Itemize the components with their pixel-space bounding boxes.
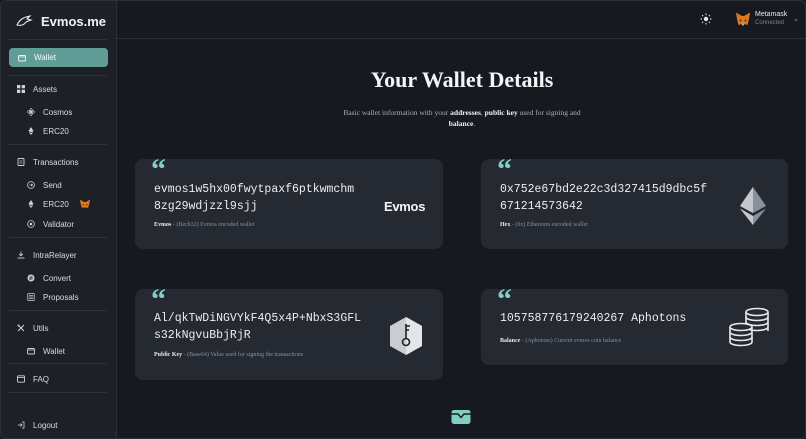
wallet-card-balance: “ 105758776179240267 Aphotons Balance - …	[481, 285, 788, 365]
sidebar-item-label: Utils	[33, 323, 49, 333]
card-caption: Evmos - (Bech32) Evmos encoded wallet	[154, 222, 255, 228]
grid-icon	[17, 85, 25, 93]
divider	[9, 75, 107, 76]
sidebar-item-convert[interactable]: Convert	[27, 270, 71, 286]
account-name: Metamask	[755, 11, 788, 18]
brand-name: Evmos.me	[41, 13, 107, 29]
wallet-card-hex: “ 0x752e67bd2e22c3d327415d9dbc5f 6712145…	[481, 155, 788, 249]
relayer-icon	[17, 251, 25, 259]
divider	[9, 392, 107, 393]
ethereum-logo-icon	[740, 187, 766, 225]
convert-icon	[27, 274, 35, 282]
document-icon	[17, 158, 25, 166]
sun-icon[interactable]	[700, 13, 712, 25]
sidebar: Evmos.me Wallet Assets Cosmos ERC20 Tran…	[1, 1, 117, 438]
sidebar-item-label: IntraRelayer	[33, 250, 77, 260]
balance-value[interactable]: 105758776179240267 Aphotons	[500, 310, 686, 327]
metamask-fox-icon	[79, 199, 90, 209]
public-key-value[interactable]: Al/qkTwDiNGVYkF4Q5x4P+NbxS3GFL s32kNgvuB…	[154, 310, 361, 344]
sidebar-item-label: Send	[43, 180, 62, 190]
faq-icon	[17, 375, 25, 383]
sidebar-item-label: Logout	[33, 420, 58, 430]
sidebar-item-label: ERC20	[43, 199, 69, 209]
sidebar-item-label: Wallet	[34, 53, 56, 62]
hex-address[interactable]: 0x752e67bd2e22c3d327415d9dbc5f 671214573…	[500, 181, 707, 215]
account-menu[interactable]: Metamask Connected ⌄	[735, 11, 799, 27]
sidebar-item-proposals[interactable]: Proposals	[27, 289, 79, 305]
proposals-icon	[27, 293, 35, 301]
sidebar-section-transactions[interactable]: Transactions	[17, 154, 79, 170]
sidebar-item-utils-wallet[interactable]: Wallet	[27, 343, 65, 359]
chevron-down-icon: ⌄	[793, 16, 800, 23]
sidebar-item-cosmos[interactable]: Cosmos	[27, 104, 72, 120]
divider	[9, 144, 107, 145]
validator-icon	[27, 220, 35, 228]
divider	[9, 237, 107, 238]
divider	[9, 310, 107, 311]
divider	[9, 39, 107, 40]
sidebar-item-erc20-tx[interactable]: ERC20	[27, 196, 91, 212]
sidebar-item-send[interactable]: Send	[27, 177, 62, 193]
sidebar-item-label: Wallet	[43, 346, 65, 356]
wallet-card-pubkey: “ Al/qkTwDiNGVYkF4Q5x4P+NbxS3GFL s32kNgv…	[135, 285, 443, 380]
wallet-card-bech32: “ evmos1w5hx00fwytpaxf6ptkwmchm 8zg29wdj…	[135, 155, 443, 249]
logout-button[interactable]: Logout	[17, 417, 57, 433]
logout-icon	[17, 421, 25, 429]
bech32-address[interactable]: evmos1w5hx00fwytpaxf6ptkwmchm 8zg29wdjzz…	[154, 181, 354, 215]
sidebar-section-utils[interactable]: Utils	[17, 320, 49, 336]
card-caption: Hex - (0x) Ethereum encoded wallet	[500, 222, 588, 228]
sidebar-item-label: Cosmos	[43, 107, 73, 117]
card-caption: Public Key - (Base64) Value used for sig…	[154, 352, 304, 358]
cosmos-icon	[27, 108, 35, 116]
sidebar-item-validator[interactable]: Validator	[27, 216, 74, 232]
sidebar-item-label: Proposals	[43, 292, 79, 302]
evmos-bird-icon	[16, 15, 33, 26]
sidebar-item-label: Validator	[43, 219, 74, 229]
ethereum-icon	[27, 127, 35, 135]
app-window: Evmos.me Wallet Assets Cosmos ERC20 Tran…	[0, 0, 806, 439]
sidebar-item-label: Transactions	[33, 157, 79, 167]
tools-icon	[17, 324, 25, 332]
divider	[9, 363, 107, 364]
page-subtitle: Basic wallet information with your addre…	[343, 108, 581, 128]
wallet-icon	[27, 347, 35, 355]
sidebar-item-label: Convert	[43, 273, 72, 283]
sidebar-item-wallet[interactable]: Wallet	[9, 48, 108, 67]
send-icon	[27, 181, 35, 189]
sidebar-item-label: ERC20	[43, 126, 69, 136]
ethereum-icon	[27, 200, 35, 208]
account-status: Connected	[755, 20, 785, 26]
page-title: Your Wallet Details	[370, 67, 554, 92]
sidebar-section-intrarelayer[interactable]: IntraRelayer	[17, 247, 77, 263]
sidebar-item-faq[interactable]: FAQ	[17, 371, 49, 387]
evmos-logo: Evmos	[384, 199, 426, 214]
sidebar-item-label: FAQ	[33, 374, 50, 384]
card-caption: Balance - (Aphotons) Current evmos coin …	[500, 338, 622, 344]
sidebar-item-label: Assets	[33, 84, 58, 94]
brand[interactable]: Evmos.me	[15, 10, 106, 32]
key-hexagon-icon	[390, 317, 422, 355]
metamask-fox-icon	[736, 12, 750, 26]
sidebar-item-erc20[interactable]: ERC20	[27, 123, 69, 139]
sidebar-section-assets[interactable]: Assets	[17, 81, 57, 97]
coins-stack-icon	[729, 307, 769, 347]
wallet-icon	[18, 54, 26, 62]
wallet-icon[interactable]	[451, 409, 471, 425]
